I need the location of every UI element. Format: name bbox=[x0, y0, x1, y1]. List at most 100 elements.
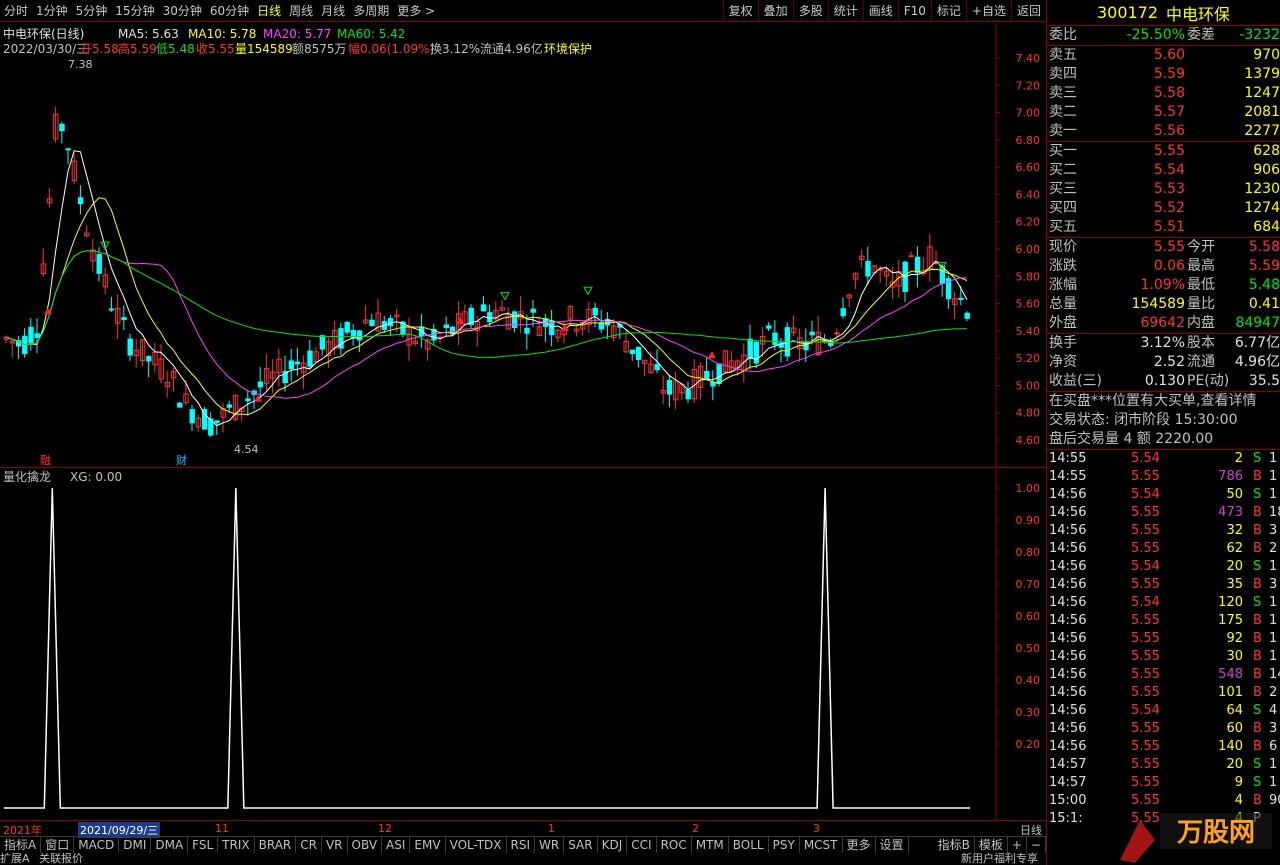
candle bbox=[549, 309, 555, 347]
indicator-tab-25[interactable]: 设置 bbox=[876, 837, 909, 853]
buys-row-4[interactable]: 买五 5.51 684 bbox=[1047, 218, 1280, 237]
period-tab-3[interactable]: 15分钟 bbox=[111, 0, 158, 22]
sells-row-3[interactable]: 卖二 5.57 2081 bbox=[1047, 103, 1280, 122]
ma-lines bbox=[5, 150, 968, 427]
tick-row: 14:56 5.55 140 B 6 bbox=[1047, 738, 1280, 756]
buys-volume: 906 bbox=[1253, 162, 1280, 178]
kline-svg[interactable]: 中电环保(日线) MA5: 5.63 MA10: 5.78 MA20: 5.77… bbox=[0, 23, 1046, 467]
indicator-tab-4[interactable]: DMA bbox=[151, 837, 189, 853]
indicator-tab-8[interactable]: CR bbox=[296, 837, 322, 853]
period-tab-2[interactable]: 5分钟 bbox=[72, 0, 112, 22]
indicator-tab-5[interactable]: FSL bbox=[188, 837, 219, 853]
kline-chart[interactable]: 中电环保(日线) MA5: 5.63 MA10: 5.78 MA20: 5.77… bbox=[0, 23, 1046, 467]
period-tab-1[interactable]: 1分钟 bbox=[32, 0, 72, 22]
indicator-tab-28[interactable]: + bbox=[1008, 837, 1027, 853]
indicator-tab-21[interactable]: BOLL bbox=[729, 837, 769, 853]
price-tick: 7.20 bbox=[1016, 79, 1041, 92]
toolbar-button-1[interactable]: 叠加 bbox=[757, 0, 793, 22]
toolbar-button-7[interactable]: +自选 bbox=[965, 0, 1011, 22]
indicator-tab-9[interactable]: VR bbox=[322, 837, 348, 853]
tick-time: 14:56 bbox=[1049, 505, 1087, 520]
ma5-label: MA5: 5.63 bbox=[118, 27, 179, 41]
toolbar-button-6[interactable]: 标记 bbox=[930, 0, 966, 22]
buys-row-0[interactable]: 买一 5.55 628 bbox=[1047, 142, 1280, 161]
new-user-link[interactable]: 新用户福利专享 bbox=[961, 853, 1038, 865]
indicator-tab-11[interactable]: ASI bbox=[382, 837, 411, 853]
indicator-tab-24[interactable]: 更多 bbox=[843, 837, 876, 853]
indicator-tick: 0.40 bbox=[1016, 674, 1041, 687]
tick-list[interactable]: 14:55 5.54 2 S 1 14:55 5.55 786 B 1 14:56 5.54 50 S 1 1… bbox=[1047, 450, 1280, 828]
candle bbox=[673, 371, 679, 410]
indicator-tab-12[interactable]: EMV bbox=[410, 837, 446, 853]
indicator-tab-6[interactable]: TRIX bbox=[218, 837, 255, 853]
buys-row-2[interactable]: 买三 5.53 1230 bbox=[1047, 180, 1280, 199]
tick-row: 14:56 5.55 548 B 14 bbox=[1047, 666, 1280, 684]
sells-label: 卖一 bbox=[1049, 123, 1077, 139]
indicator-tab-29[interactable]: − bbox=[1027, 837, 1046, 853]
indicator-tab-1[interactable]: 窗口 bbox=[41, 837, 75, 853]
candle bbox=[505, 306, 512, 330]
indicator-tab-19[interactable]: ROC bbox=[657, 837, 692, 853]
sells-row-4[interactable]: 卖一 5.56 2277 bbox=[1047, 122, 1280, 141]
period-tab-6[interactable]: 日线 bbox=[253, 0, 285, 22]
indicator-tab-15[interactable]: WR bbox=[535, 837, 565, 853]
indicator-tab-27[interactable]: 模板 bbox=[975, 837, 1008, 853]
trade-state-text: 交易状态: 闭市阶段 15:30:00 bbox=[1049, 412, 1238, 428]
candle bbox=[356, 329, 363, 353]
toolbar-button-3[interactable]: 统计 bbox=[827, 0, 863, 22]
indicator-chart[interactable]: 量化擒龙 XG: 0.00 1.00 0.90 0.80 0.70 0.60 0.50 0.… bbox=[0, 468, 1046, 820]
indicator-tab-2[interactable]: MACD bbox=[74, 837, 120, 853]
indicator-tab-26[interactable]: 指标B bbox=[934, 837, 975, 853]
indicator-tick: 0.50 bbox=[1016, 642, 1041, 655]
toolbar-button-5[interactable]: F10 bbox=[897, 0, 931, 22]
tick-volume: 9 bbox=[1234, 775, 1243, 790]
info-volume: 量154589 bbox=[235, 42, 293, 56]
indicator-tab-23[interactable]: MCST bbox=[800, 837, 843, 853]
indicator-tab-17[interactable]: KDJ bbox=[598, 837, 628, 853]
indicator-tab-14[interactable]: RSI bbox=[507, 837, 536, 853]
period-tab-4[interactable]: 30分钟 bbox=[159, 0, 206, 22]
related-quote-tab[interactable]: 关联报价 bbox=[39, 852, 83, 865]
indicator-svg[interactable]: 量化擒龙 XG: 0.00 1.00 0.90 0.80 0.70 0.60 0.50 0.… bbox=[0, 468, 1046, 820]
indicator-tab-0[interactable]: 指标A bbox=[0, 837, 42, 853]
candle bbox=[71, 153, 78, 185]
stat-value: 84947 bbox=[1235, 315, 1280, 331]
indicator-tab-22[interactable]: PSY bbox=[769, 837, 800, 853]
toolbar-button-8[interactable]: 返回 bbox=[1010, 0, 1046, 22]
sells-row-0[interactable]: 卖五 5.60 970 bbox=[1047, 46, 1280, 65]
indicator-tab-16[interactable]: SAR bbox=[564, 837, 598, 853]
period-tab-10[interactable]: 更多 > bbox=[393, 0, 439, 22]
price-tick: 6.60 bbox=[1016, 161, 1041, 174]
tick-row: 14:56 5.55 60 B 3 bbox=[1047, 720, 1280, 738]
buys-label: 买一 bbox=[1049, 143, 1077, 159]
period-tab-0[interactable]: 分时 bbox=[0, 0, 32, 22]
price-tick: 5.00 bbox=[1016, 379, 1041, 392]
toolbar-button-4[interactable]: 画线 bbox=[862, 0, 898, 22]
period-tab-7[interactable]: 周线 bbox=[285, 0, 317, 22]
sells-row-2[interactable]: 卖三 5.58 1247 bbox=[1047, 84, 1280, 103]
tick-volume: 101 bbox=[1218, 685, 1243, 700]
buys-row-3[interactable]: 买四 5.52 1274 bbox=[1047, 199, 1280, 218]
ext-tab[interactable]: 扩展A bbox=[0, 852, 30, 865]
sells-row-1[interactable]: 卖四 5.59 1379 bbox=[1047, 65, 1280, 84]
date-jan: 1 bbox=[548, 822, 555, 835]
stat-value: 0.41 bbox=[1248, 296, 1280, 312]
candle bbox=[158, 344, 164, 384]
indicator-tab-18[interactable]: CCI bbox=[627, 837, 657, 853]
candle bbox=[115, 294, 121, 340]
toolbar-button-0[interactable]: 复权 bbox=[722, 0, 758, 22]
indicator-tab-10[interactable]: OBV bbox=[348, 837, 383, 853]
period-tab-5[interactable]: 60分钟 bbox=[206, 0, 253, 22]
big-order-message[interactable]: 在买盘***位置有大买单,查看详情 bbox=[1047, 392, 1280, 411]
indicator-tab-13[interactable]: VOL-TDX bbox=[446, 837, 507, 853]
indicator-tab-20[interactable]: MTM bbox=[692, 837, 729, 853]
indicator-tab-3[interactable]: DMI bbox=[119, 837, 152, 853]
indicator-tab-7[interactable]: BRAR bbox=[255, 837, 297, 853]
after-hours-text: 盘后交易量 4 额 2220.00 bbox=[1049, 431, 1214, 447]
period-tab-9[interactable]: 多周期 bbox=[349, 0, 393, 22]
period-tab-8[interactable]: 月线 bbox=[317, 0, 349, 22]
toolbar-button-2[interactable]: 多股 bbox=[792, 0, 828, 22]
info-date: 2022/03/30/三 bbox=[3, 42, 88, 56]
buys-row-1[interactable]: 买二 5.54 906 bbox=[1047, 161, 1280, 180]
candle bbox=[859, 249, 865, 268]
